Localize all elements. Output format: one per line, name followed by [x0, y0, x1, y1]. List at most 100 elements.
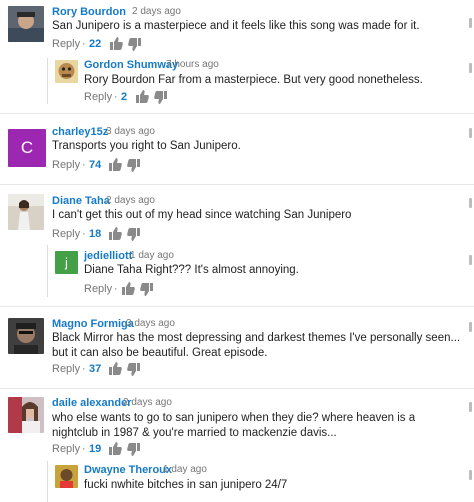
reply-jedielliott: j jedielliott 1 day ago Diane Taha Right… [0, 245, 474, 300]
like-count: 19 [89, 443, 102, 455]
comment-actions: Reply · 22 [52, 37, 162, 51]
thumbs-up-icon[interactable] [122, 282, 135, 295]
comment-text: fucki nwhite bitches in san junipero 24/… [84, 479, 288, 491]
thumbs-up-icon[interactable] [109, 227, 122, 240]
separator-dot: · [82, 363, 86, 375]
comment-text: I can't get this out of my head since wa… [52, 209, 352, 221]
comment-text: who else wants to go to san junipero whe… [52, 412, 416, 439]
scrollbar-mark[interactable] [469, 470, 472, 480]
comment-author[interactable]: daile alexander [52, 396, 132, 410]
thumbs-down-icon[interactable] [127, 363, 140, 376]
comment-text: San Junipero is a masterpiece and it fee… [52, 20, 420, 32]
comment-actions: Reply · 37 [52, 362, 162, 376]
comment-actions: Reply · [84, 282, 184, 296]
comment-actions: Reply · 18 [52, 227, 162, 241]
scrollbar-mark[interactable] [469, 128, 472, 138]
divider [0, 306, 474, 307]
thumbs-down-icon[interactable] [127, 443, 140, 456]
avatar[interactable] [8, 318, 44, 354]
thumbs-down-icon[interactable] [154, 91, 167, 104]
comment-actions: Reply · 19 [52, 442, 162, 456]
reply-button[interactable]: Reply [52, 158, 80, 172]
avatar[interactable]: j [55, 251, 78, 274]
reply-button[interactable]: Reply [52, 37, 80, 51]
reply-button[interactable]: Reply [84, 282, 112, 296]
thumbs-up-icon[interactable] [136, 90, 149, 103]
thumbs-down-icon[interactable] [127, 228, 140, 241]
avatar-photo-icon [8, 318, 44, 354]
avatar[interactable] [55, 60, 78, 83]
thumbs-up-icon[interactable] [109, 158, 122, 171]
comment-actions: Reply · 74 [52, 158, 162, 172]
avatar-letter: C [20, 138, 34, 157]
scrollbar-mark[interactable] [469, 402, 472, 412]
avatar[interactable] [55, 465, 78, 488]
comment-time[interactable]: 3 days ago [126, 317, 175, 331]
thumbs-down-icon[interactable] [128, 38, 141, 51]
avatar-photo-icon [8, 397, 44, 433]
like-count: 37 [89, 363, 102, 375]
reply-button[interactable]: Reply [52, 227, 80, 241]
avatar-photo-icon [55, 465, 78, 488]
comment-author[interactable]: Gordon Shumway [84, 58, 178, 72]
thumbs-up-icon[interactable] [109, 442, 122, 455]
avatar[interactable] [8, 397, 44, 433]
comment-time[interactable]: 1 day ago [163, 463, 207, 477]
avatar-photo-icon [8, 194, 44, 230]
divider [0, 184, 474, 185]
like-count: 18 [89, 228, 102, 240]
scrollbar-mark[interactable] [469, 18, 472, 28]
comment-time[interactable]: 2 days ago [106, 194, 155, 208]
avatar-photo-icon [55, 60, 78, 83]
avatar[interactable]: C [8, 129, 46, 167]
comment-text: Rory Bourdon Far from a masterpiece. But… [84, 74, 423, 86]
comment-magno-formiga: Magno Formiga 3 days ago Black Mirror ha… [0, 312, 474, 382]
scrollbar-mark[interactable] [469, 198, 472, 208]
comment-diane-taha: Diane Taha 2 days ago I can't get this o… [0, 190, 474, 245]
separator-dot: · [82, 38, 86, 50]
like-count: 2 [121, 91, 128, 103]
comment-text: Black Mirror has the most depressing and… [52, 332, 461, 359]
separator-dot: · [82, 228, 86, 240]
separator-dot: · [114, 91, 118, 103]
reply-button[interactable]: Reply [52, 442, 80, 456]
comment-charley15z: C charley15z 3 days ago Transports you r… [0, 120, 474, 180]
comment-time[interactable]: 2 days ago [123, 396, 172, 410]
comment-time[interactable]: 2 days ago [132, 5, 181, 19]
separator-dot: · [82, 159, 86, 171]
comment-author[interactable]: Diane Taha [52, 194, 110, 208]
comment-actions: Reply · 2 [84, 90, 184, 104]
divider [0, 388, 474, 389]
comment-rory-bourdon: Rory Bourdon 2 days ago San Junipero is … [0, 0, 474, 58]
comment-text: Diane Taha Right??? It's almost annoying… [84, 264, 299, 276]
thumbs-up-icon[interactable] [110, 37, 123, 50]
comment-author[interactable]: Rory Bourdon [52, 5, 126, 19]
reply-thread-line [47, 58, 48, 104]
comment-author[interactable]: Magno Formiga [52, 317, 134, 331]
thumbs-down-icon[interactable] [140, 283, 153, 296]
reply-button[interactable]: Reply [84, 90, 112, 104]
reply-dwayne-theroux: Dwayne Theroux 1 day ago fucki nwhite bi… [0, 461, 474, 502]
comment-author[interactable]: charley15z [52, 125, 108, 139]
like-count: 74 [89, 159, 102, 171]
avatar[interactable] [8, 194, 44, 230]
scrollbar-mark[interactable] [469, 63, 472, 73]
separator-dot: · [114, 283, 118, 295]
comment-text: Transports you right to San Junipero. [52, 140, 241, 152]
thumbs-down-icon[interactable] [127, 159, 140, 172]
separator-dot: · [82, 443, 86, 455]
comment-daile-alexander: daile alexander 2 days ago who else want… [0, 393, 474, 461]
reply-thread-line [47, 461, 48, 502]
reply-button[interactable]: Reply [52, 362, 80, 376]
avatar-photo-icon [8, 6, 44, 42]
reply-thread-line [47, 245, 48, 297]
comment-author[interactable]: Dwayne Theroux [84, 463, 172, 477]
comment-time[interactable]: 1 day ago [130, 249, 174, 263]
scrollbar-mark[interactable] [469, 255, 472, 265]
thumbs-up-icon[interactable] [109, 362, 122, 375]
comment-author[interactable]: jedielliott [84, 249, 132, 263]
scrollbar-mark[interactable] [469, 322, 472, 332]
comment-time[interactable]: 3 days ago [106, 125, 155, 139]
avatar[interactable] [8, 6, 44, 42]
comment-time[interactable]: 7 hours ago [166, 58, 219, 72]
